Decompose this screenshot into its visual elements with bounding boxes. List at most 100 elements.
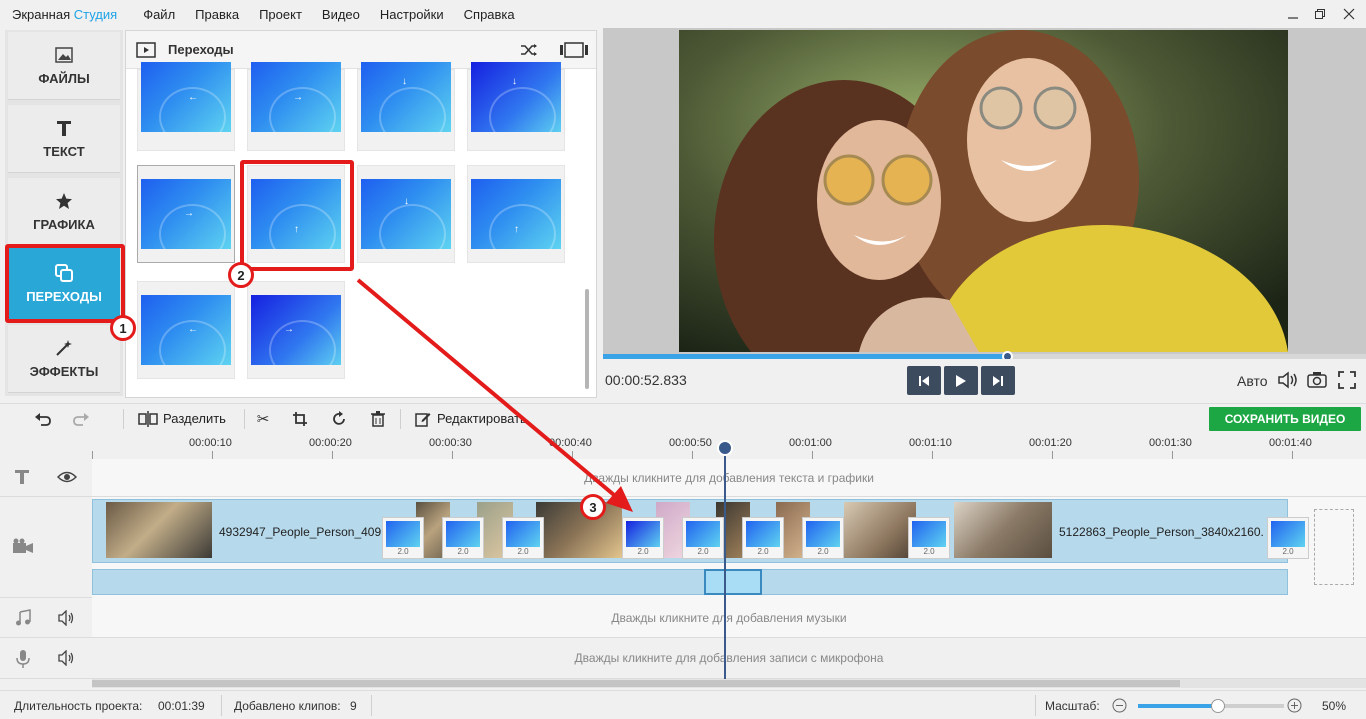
transition-duration: 2.0 <box>923 547 935 556</box>
menu-settings[interactable]: Настройки <box>380 7 444 22</box>
annotation-highlight <box>5 244 125 323</box>
transition-marker[interactable]: 2.0 <box>742 517 784 559</box>
split-icon[interactable] <box>138 409 158 429</box>
add-clip-placeholder[interactable] <box>1314 509 1354 585</box>
transition-thumb[interactable]: ← <box>137 62 235 151</box>
clip-thumbnail <box>844 502 916 558</box>
minimize-icon[interactable] <box>1279 3 1307 25</box>
tab-effects[interactable]: ЭФФЕКТЫ <box>8 325 120 393</box>
ruler-line <box>92 451 93 459</box>
text-track[interactable]: Дважды кликните для добавления текста и … <box>92 459 1366 497</box>
eye-icon[interactable] <box>56 470 78 484</box>
close-icon[interactable] <box>1335 3 1363 25</box>
magic-wand-icon <box>54 338 74 358</box>
redo-icon[interactable] <box>71 409 91 429</box>
timeline-ruler[interactable]: 00:00:10 00:00:20 00:00:30 00:00:40 00:0… <box>0 433 1366 459</box>
undo-icon[interactable] <box>33 409 53 429</box>
transition-thumb[interactable]: ↓ <box>467 62 565 151</box>
menu-video[interactable]: Видео <box>322 7 360 22</box>
star-icon <box>54 191 74 211</box>
transition-preview <box>251 295 341 365</box>
maximize-icon[interactable] <box>1306 3 1334 25</box>
previous-icon[interactable] <box>907 366 941 395</box>
transition-thumb[interactable]: → <box>247 62 345 151</box>
arrow-down-icon: ↓ <box>512 76 517 87</box>
transition-marker[interactable]: 2.0 <box>502 517 544 559</box>
volume-icon[interactable] <box>1277 369 1299 391</box>
transition-thumb[interactable]: ← <box>137 281 235 379</box>
annotation-badge: 1 <box>110 315 136 341</box>
video-track[interactable]: 4932947_People_Person_409 5122863_People… <box>92 497 1366 598</box>
menu-edit[interactable]: Правка <box>195 7 239 22</box>
microphone-icon <box>16 649 30 669</box>
zoom-slider[interactable] <box>1138 699 1284 713</box>
transition-preview <box>361 179 451 249</box>
transition-thumb[interactable]: ↓ <box>357 165 455 263</box>
transition-marker-preview <box>1271 521 1305 547</box>
quality-selector[interactable]: Авто <box>1237 373 1268 389</box>
save-video-button[interactable]: СОХРАНИТЬ ВИДЕО <box>1209 407 1361 431</box>
transition-marker-preview <box>686 521 720 547</box>
zoom-out-icon[interactable] <box>1112 698 1127 713</box>
fullscreen-icon[interactable] <box>1336 369 1358 391</box>
transition-duration: 2.0 <box>817 547 829 556</box>
shuffle-icon[interactable] <box>519 41 539 59</box>
tab-text-label: ТЕКСТ <box>43 144 85 159</box>
zoom-slider-knob[interactable] <box>1211 699 1225 713</box>
transition-marker[interactable]: 2.0 <box>908 517 950 559</box>
split-button[interactable]: Разделить <box>163 411 226 426</box>
tab-text[interactable]: ТЕКСТ <box>8 105 120 173</box>
left-tabs: ФАЙЛЫ ТЕКСТ ГРАФИКА ПЕРЕХОДЫ ЭФФЕКТЫ <box>5 30 123 396</box>
menu-project[interactable]: Проект <box>259 7 302 22</box>
tab-files[interactable]: ФАЙЛЫ <box>8 32 120 100</box>
scrollbar-thumb[interactable] <box>92 680 1180 687</box>
text-icon <box>54 118 74 138</box>
selected-clip-segment[interactable] <box>704 569 762 595</box>
transition-thumb[interactable]: → <box>137 165 235 263</box>
player-controls: 00:00:52.833 Авто <box>603 359 1366 401</box>
zoom-value: 50% <box>1322 699 1347 713</box>
annotation-badge: 3 <box>580 494 606 520</box>
text-track-header <box>0 459 92 497</box>
menu-help[interactable]: Справка <box>464 7 515 22</box>
menu-file[interactable]: Файл <box>143 7 175 22</box>
transition-duration: 2.0 <box>517 547 529 556</box>
play-icon[interactable] <box>944 366 978 395</box>
tab-graphics-label: ГРАФИКА <box>33 217 95 232</box>
transition-duration: 2.0 <box>457 547 469 556</box>
next-icon[interactable] <box>981 366 1015 395</box>
text-track-icon <box>14 469 30 485</box>
transition-thumb[interactable]: → <box>247 281 345 379</box>
video-frame <box>679 30 1288 352</box>
speaker-icon[interactable] <box>58 609 76 627</box>
scissors-icon[interactable]: ✂ <box>253 409 273 429</box>
playhead-handle[interactable] <box>717 440 733 456</box>
music-track[interactable]: Дважды кликните для добавления музыки <box>92 598 1366 638</box>
timeline-scrollbar[interactable] <box>92 679 1366 688</box>
speaker-icon[interactable] <box>58 649 76 667</box>
status-divider <box>1035 695 1036 716</box>
apply-all-icon[interactable] <box>558 41 590 59</box>
transition-thumb[interactable]: ↑ <box>467 165 565 263</box>
transition-duration: 2.0 <box>397 547 409 556</box>
ruler-tick: 00:01:00 <box>789 437 832 449</box>
zoom-in-icon[interactable] <box>1287 698 1302 713</box>
tab-graphics[interactable]: ГРАФИКА <box>8 178 120 246</box>
rotate-icon[interactable] <box>329 409 349 429</box>
arrow-down-icon: ↓ <box>402 76 407 87</box>
transition-thumb[interactable]: ↓ <box>357 62 455 151</box>
clips-count-label: Добавлено клипов: <box>234 699 341 713</box>
camera-icon[interactable] <box>1306 369 1328 391</box>
transition-marker[interactable]: 2.0 <box>1267 517 1309 559</box>
crop-icon[interactable] <box>290 409 310 429</box>
mic-track[interactable]: Дважды кликните для добавления записи с … <box>92 638 1366 679</box>
transition-marker[interactable]: 2.0 <box>622 517 664 559</box>
transition-marker-preview <box>806 521 840 547</box>
transition-marker[interactable]: 2.0 <box>382 517 424 559</box>
transition-marker[interactable]: 2.0 <box>682 517 724 559</box>
transition-marker[interactable]: 2.0 <box>802 517 844 559</box>
preview-photo <box>679 30 1288 352</box>
toolbar-divider <box>244 409 245 429</box>
clip-audio-strip[interactable] <box>92 569 1288 595</box>
transition-marker[interactable]: 2.0 <box>442 517 484 559</box>
